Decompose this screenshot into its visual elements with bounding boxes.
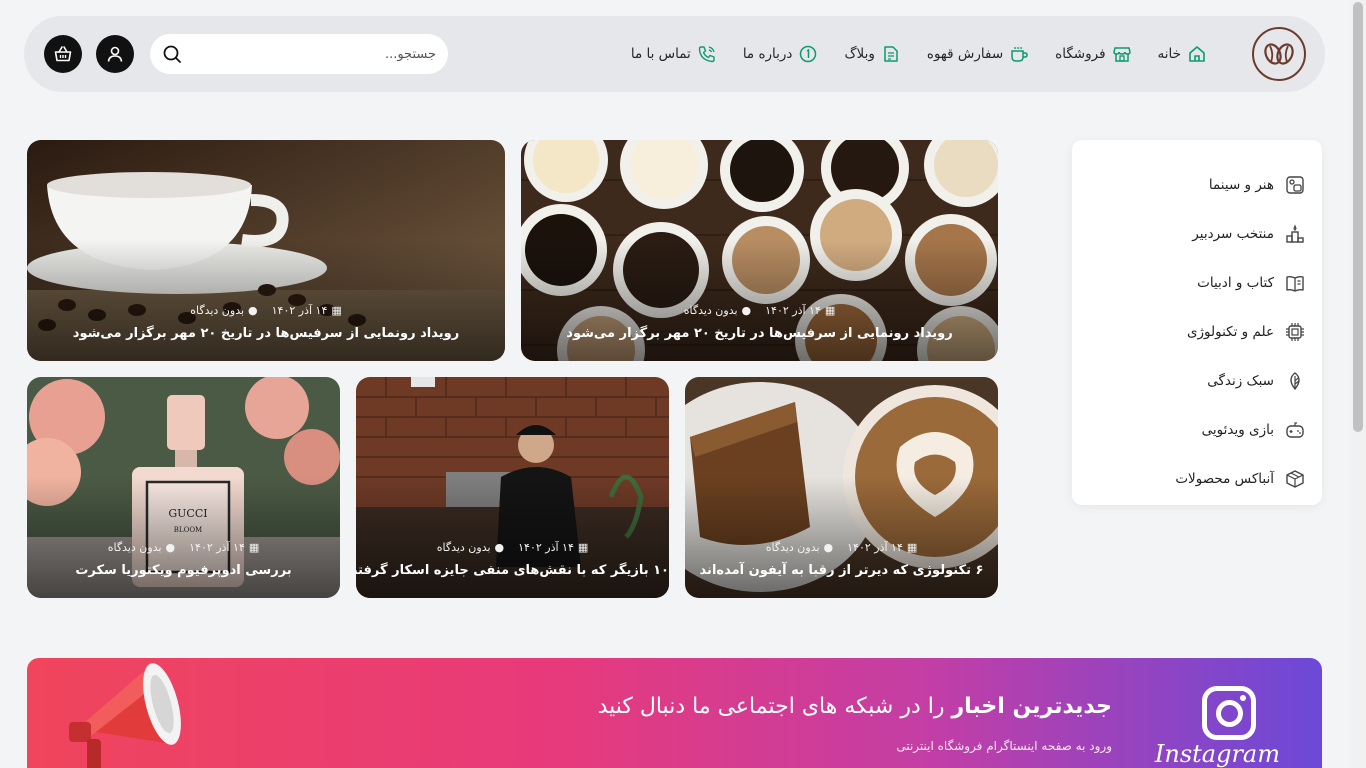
category-label: علم و تکنولوژی — [1186, 323, 1274, 340]
post-comments: ● بدون دیدگاه — [436, 541, 505, 554]
nav-about[interactable]: درباره ما — [743, 44, 819, 64]
banner-subtitle[interactable]: ورود به صفحه اینستاگرام فروشگاه اینترنتی — [896, 739, 1112, 753]
post-meta: ▦ ۱۴ آذر ۱۴۰۲ ● بدون دیدگاه — [27, 304, 505, 317]
category-unboxing[interactable]: آنباکس محصولات — [1072, 454, 1322, 503]
scrollbar-thumb[interactable] — [1353, 2, 1363, 432]
instagram-banner[interactable]: Instagram جدیدترین اخبار را در شبکه های … — [27, 658, 1322, 768]
post-comments: ● بدون دیدگاه — [765, 541, 834, 554]
post-date: ▦ ۱۴ آذر ۱۴۰۲ — [271, 304, 342, 317]
nav-shop-label: فروشگاه — [1055, 46, 1106, 62]
blog-icon — [881, 44, 901, 64]
cart-button[interactable] — [44, 35, 82, 73]
category-editors-pick[interactable]: منتخب سردبیر — [1072, 209, 1322, 258]
post-comments: ● بدون دیدگاه — [683, 304, 752, 317]
nav-coffee-order[interactable]: سفارش قهوه — [927, 44, 1029, 64]
comment-icon: ● — [741, 304, 752, 317]
editor-pick-icon — [1284, 223, 1306, 245]
nav-home-label: خانه — [1157, 46, 1181, 62]
post-title[interactable]: ۶ تکنولوژی که دیرتر از رقبا به آیفون آمد… — [685, 563, 998, 578]
post-card[interactable]: ▦ ۱۴ آذر ۱۴۰۲ ● بدون دیدگاه ۶ تکنولوژی که … — [685, 377, 998, 598]
post-title[interactable]: رویداد رونمایی از سرفیس‌ها در تاریخ ۲۰ م… — [27, 326, 505, 341]
category-lifestyle[interactable]: سبک زندگی — [1072, 356, 1322, 405]
search-icon[interactable] — [162, 44, 182, 64]
category-label: سبک زندگی — [1207, 372, 1274, 389]
comment-icon: ● — [494, 541, 505, 554]
coffee-cup-icon — [1009, 44, 1029, 64]
page-scrollbar[interactable] — [1350, 0, 1366, 768]
category-science-tech[interactable]: علم و تکنولوژی — [1072, 307, 1322, 356]
gamepad-icon — [1284, 419, 1306, 441]
post-title[interactable]: بررسی ادوپرفیوم ویکتوریا سکرت — [27, 563, 340, 578]
megaphone-icon — [69, 663, 181, 768]
nav-contact-label: تماس با ما — [630, 46, 691, 62]
calendar-icon: ▦ — [248, 541, 260, 554]
search-box — [150, 34, 448, 74]
post-date: ▦ ۱۴ آذر ۱۴۰۲ — [847, 541, 918, 554]
box-icon — [1284, 468, 1306, 490]
banner-headline-rest: را در شبکه های اجتماعی ما دنبال کنید — [597, 694, 952, 719]
post-card[interactable]: ▦ ۱۴ آذر ۱۴۰۲ ● بدون دیدگاه رویداد رونمایی… — [521, 140, 998, 361]
post-card[interactable]: GUCCI BLOOM ▦۱۴ آذر ۱۴۰۲ ●بدون دیدگاه بر… — [27, 377, 340, 598]
calendar-icon: ▦ — [824, 304, 836, 317]
post-meta: ▦ ۱۴ آذر ۱۴۰۲ ● بدون دیدگاه — [685, 541, 998, 554]
header: خانه فروشگاه سفارش قهوه وبلاگ درباره ما — [24, 16, 1325, 92]
nav-home[interactable]: خانه — [1158, 44, 1207, 64]
search-input[interactable] — [182, 46, 436, 62]
comment-icon: ● — [248, 304, 258, 317]
category-label: بازی ویدئویی — [1201, 421, 1274, 438]
book-icon — [1284, 272, 1306, 294]
instagram-wordmark: Instagram — [1154, 740, 1280, 768]
post-meta: ▦ ۱۴ آذر ۱۴۰۲ ● بدون دیدگاه — [521, 304, 998, 317]
post-meta: ▦ ۱۴ آذر ۱۴۰۲ ● بدون دیدگاه — [27, 541, 340, 554]
calendar-icon: ▦ — [906, 541, 918, 554]
info-icon — [798, 44, 818, 64]
category-books[interactable]: کتاب و ادبیات — [1072, 258, 1322, 307]
calendar-icon: ▦ — [331, 304, 342, 317]
post-card[interactable]: ▦ ۱۴ آذر ۱۴۰۲ ● بدون دیدگاه رویداد رونمایی… — [27, 140, 505, 361]
comment-icon: ● — [165, 541, 176, 554]
post-date: ▦ ۱۴ آذر ۱۴۰۲ — [518, 541, 589, 554]
category-art-cinema[interactable]: هنر و سینما — [1072, 160, 1322, 209]
category-label: هنر و سینما — [1208, 176, 1274, 193]
nav-coffee-order-label: سفارش قهوه — [926, 46, 1004, 62]
shop-icon — [1112, 44, 1132, 64]
post-card[interactable]: ▦ ۱۴ آذر ۱۴۰۲ ● بدون دیدگاه ۱۰ بازیگر که ب… — [356, 377, 669, 598]
nav-contact[interactable]: تماس با ما — [631, 44, 717, 64]
post-title[interactable]: ۱۰ بازیگر که با نقش‌های منفی جایزه اسکار… — [356, 563, 669, 578]
calendar-icon: ▦ — [577, 541, 589, 554]
logo[interactable] — [1252, 27, 1306, 81]
post-date: ▦ ۱۴ آذر ۱۴۰۲ — [189, 541, 260, 554]
banner-headline: جدیدترین اخبار را در شبکه های اجتماعی ما… — [598, 694, 1112, 719]
basket-icon — [53, 44, 73, 64]
post-comments: ● بدون دیدگاه — [190, 304, 258, 317]
nav-blog-label: وبلاگ — [844, 46, 875, 62]
coffee-beans-icon — [1264, 43, 1294, 65]
user-icon — [105, 44, 125, 64]
post-meta: ▦ ۱۴ آذر ۱۴۰۲ ● بدون دیدگاه — [356, 541, 669, 554]
nav-shop[interactable]: فروشگاه — [1055, 44, 1131, 64]
chip-icon — [1284, 321, 1306, 343]
post-date: ▦ ۱۴ آذر ۱۴۰۲ — [765, 304, 836, 317]
main-nav: خانه فروشگاه سفارش قهوه وبلاگ درباره ما — [631, 40, 1207, 68]
category-label: کتاب و ادبیات — [1197, 274, 1274, 291]
leaf-icon — [1284, 370, 1306, 392]
account-button[interactable] — [96, 35, 134, 73]
category-video-games[interactable]: بازی ویدئویی — [1072, 405, 1322, 454]
art-icon — [1284, 174, 1306, 196]
nav-blog[interactable]: وبلاگ — [844, 44, 900, 64]
phone-icon — [697, 44, 717, 64]
nav-about-label: درباره ما — [742, 46, 793, 62]
category-list: هنر و سینما منتخب سردبیر کتاب و ادبیات ع… — [1072, 140, 1322, 505]
banner-headline-bold: جدیدترین اخبار — [951, 694, 1113, 719]
post-title[interactable]: رویداد رونمایی از سرفیس‌ها در تاریخ ۲۰ م… — [521, 326, 998, 341]
comment-icon: ● — [823, 541, 834, 554]
instagram-icon — [1202, 686, 1256, 740]
post-comments: ● بدون دیدگاه — [107, 541, 176, 554]
home-icon — [1187, 44, 1207, 64]
category-label: آنباکس محصولات — [1175, 470, 1274, 487]
category-label: منتخب سردبیر — [1192, 225, 1274, 242]
